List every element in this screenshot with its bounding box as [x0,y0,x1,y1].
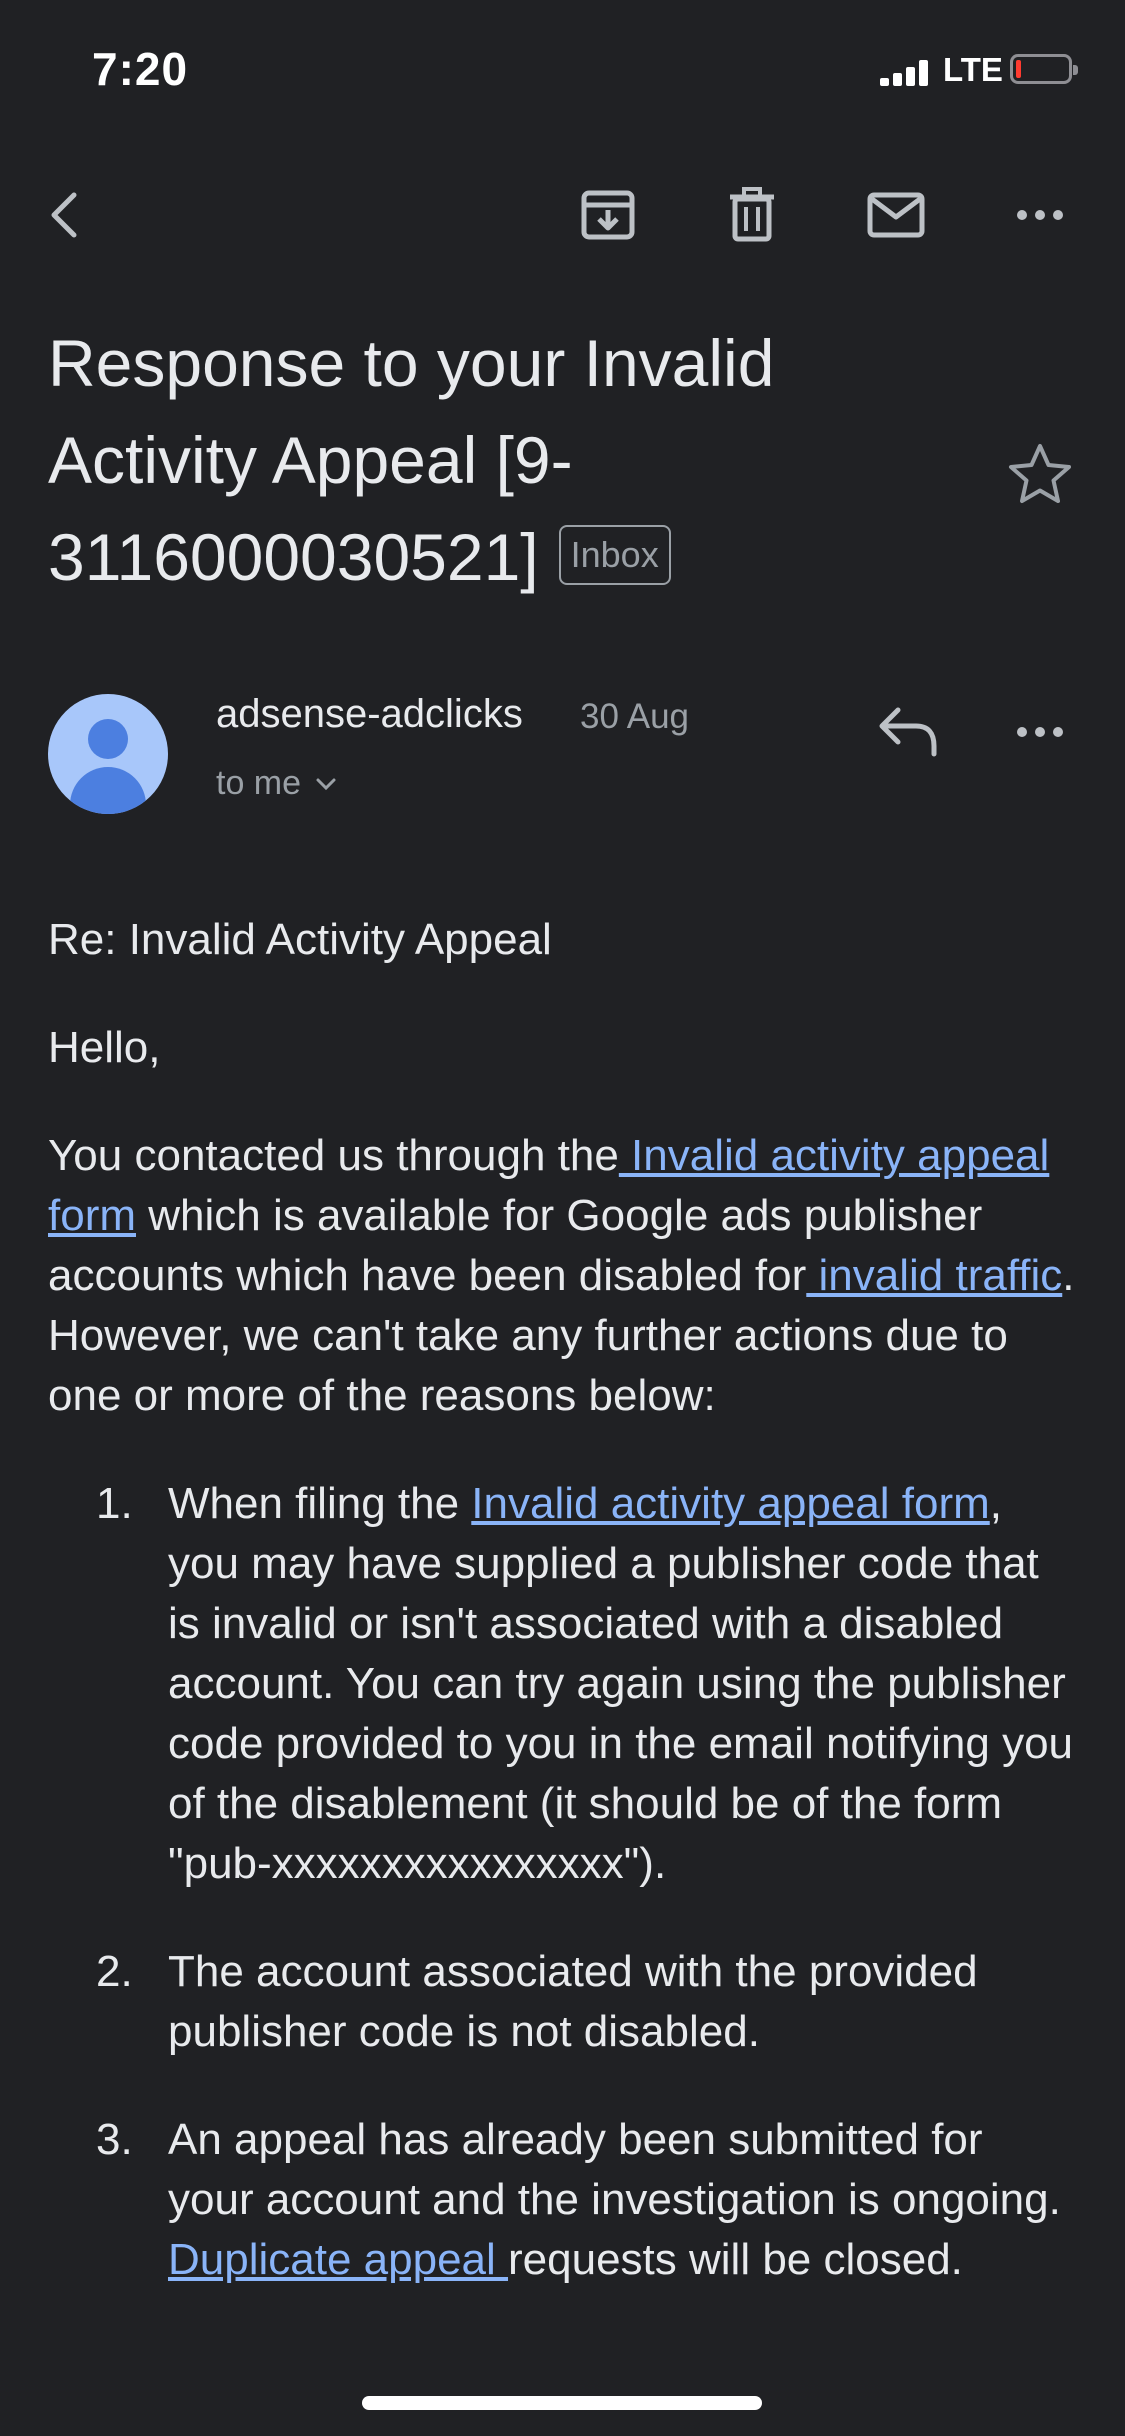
invalid-traffic-link[interactable]: invalid traffic [806,1251,1063,1300]
intro-text: You contacted us through the [48,1131,619,1180]
star-icon[interactable] [1005,440,1075,510]
reason-item: 1. When filing the Invalid activity appe… [48,1474,1078,1894]
battery-icon [1010,54,1078,84]
signal-icon [880,60,936,86]
body-re-line: Re: Invalid Activity Appeal [48,915,552,964]
email-body: Re: Invalid Activity Appeal Hello, You c… [48,910,1078,2338]
email-date: 30 Aug [580,697,689,736]
duplicate-appeal-link[interactable]: Duplicate appeal [168,2235,508,2284]
home-indicator[interactable] [362,2396,762,2410]
appeal-form-link[interactable]: Invalid activity appeal form [471,1479,989,1528]
sender-avatar[interactable] [48,694,168,814]
reason-number: 3. [96,2115,133,2164]
mark-unread-icon[interactable] [866,185,926,245]
more-icon[interactable] [1010,185,1070,245]
message-more-icon[interactable] [1010,702,1070,762]
reason-text: An appeal has already been submitted for… [168,2115,1061,2224]
email-toolbar [0,170,1125,260]
recipient-details-toggle[interactable]: to me [216,764,337,803]
reason-number: 1. [96,1479,133,1528]
reason-item: 2. The account associated with the provi… [48,1942,1078,2062]
network-label: LTE [943,51,1003,88]
archive-icon[interactable] [578,185,638,245]
inbox-label-badge[interactable]: Inbox [558,524,671,585]
body-greeting: Hello, [48,1023,161,1072]
reason-text: When filing the [168,1479,472,1528]
reason-text: , you may have supplied a publisher code… [168,1479,1074,1888]
status-bar: 7:20 LTE [0,0,1125,140]
reason-item: 3. An appeal has already been submitted … [48,2110,1078,2290]
recipient-label: to me [216,764,302,802]
email-view-screen: 7:20 LTE Response to your Invalid Activi… [0,0,1125,2436]
email-subject: Response to your Invalid Activity Appeal… [48,315,968,606]
delete-icon[interactable] [722,185,782,245]
reason-number: 2. [96,1947,133,1996]
sender-name[interactable]: adsense-adclicks [216,692,523,737]
reason-text: requests will be closed. [508,2235,963,2284]
reasons-list: 1. When filing the Invalid activity appe… [48,1474,1078,2290]
chevron-down-icon [316,778,336,790]
body-intro-paragraph: You contacted us through the Invalid act… [48,1126,1078,1426]
reply-icon[interactable] [876,702,942,760]
status-time: 7:20 [92,43,189,95]
back-icon[interactable] [36,185,96,245]
reason-text: The account associated with the provided… [168,1947,978,2056]
